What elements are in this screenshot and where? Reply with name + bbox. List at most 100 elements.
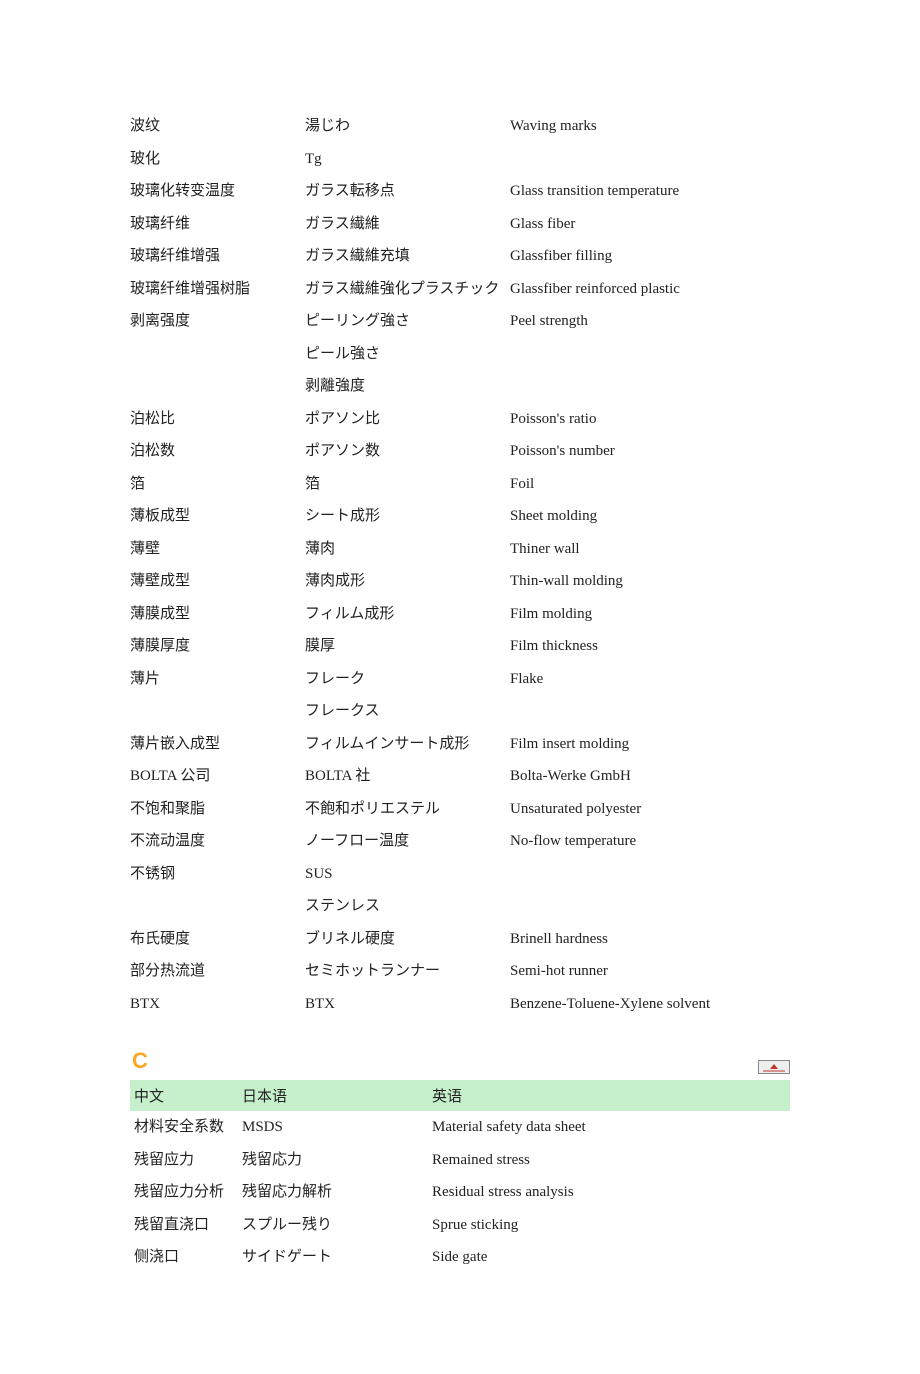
cell-cn: 部分热流道 [130, 955, 305, 988]
cell-jp: 残留応力解析 [238, 1176, 428, 1209]
table-row: 玻璃纤维ガラス繊維Glass fiber [130, 208, 790, 241]
section-c-header: C [130, 1048, 790, 1074]
cell-cn: 玻璃化转变温度 [130, 175, 305, 208]
cell-en: Residual stress analysis [428, 1176, 790, 1209]
cell-cn: 波纹 [130, 110, 305, 143]
table-row: 布氏硬度ブリネル硬度Brinell hardness [130, 923, 790, 956]
cell-jp: フィルム成形 [305, 598, 510, 631]
table-row: 不流动温度ノーフロー温度No-flow temperature [130, 825, 790, 858]
cell-en: Benzene-Toluene-Xylene solvent [510, 988, 790, 1021]
cell-jp: ガラス繊維充填 [305, 240, 510, 273]
cell-jp: SUS [305, 858, 510, 891]
cell-jp: 湯じわ [305, 110, 510, 143]
cell-cn: 剥离强度 [130, 305, 305, 338]
cell-jp: フレークス [305, 695, 510, 728]
cell-cn: 残留应力 [130, 1144, 238, 1177]
cell-jp: Tg [305, 143, 510, 176]
cell-jp: 薄肉成形 [305, 565, 510, 598]
cell-en [510, 143, 790, 176]
table-row: BOLTA 公司BOLTA 社Bolta-Werke GmbH [130, 760, 790, 793]
cell-cn: 薄片 [130, 663, 305, 696]
cell-jp: フレーク [305, 663, 510, 696]
cell-cn: BOLTA 公司 [130, 760, 305, 793]
table-row: 波纹湯じわWaving marks [130, 110, 790, 143]
table-row: 薄片フレークFlake [130, 663, 790, 696]
document-page: 波纹湯じわWaving marks玻化Tg玻璃化转变温度ガラス転移点Glass … [0, 0, 920, 1374]
cell-en: No-flow temperature [510, 825, 790, 858]
table-row: 残留直浇口スプルー残りSprue sticking [130, 1209, 790, 1242]
table-row: 箔箔Foil [130, 468, 790, 501]
cell-jp: 残留応力 [238, 1144, 428, 1177]
cell-en [510, 695, 790, 728]
cell-jp: ガラス繊維強化プラスチック [305, 273, 510, 306]
cell-cn: 玻璃纤维增强 [130, 240, 305, 273]
cell-cn: 残留应力分析 [130, 1176, 238, 1209]
cell-jp: サイドゲート [238, 1241, 428, 1274]
back-to-top-icon[interactable] [758, 1060, 790, 1074]
table-row: 玻化Tg [130, 143, 790, 176]
cell-cn: 侧浇口 [130, 1241, 238, 1274]
cell-cn: BTX [130, 988, 305, 1021]
cell-en: Film molding [510, 598, 790, 631]
cell-jp: ポアソン数 [305, 435, 510, 468]
cell-jp: 剥離強度 [305, 370, 510, 403]
cell-cn: 泊松数 [130, 435, 305, 468]
cell-jp: 不飽和ポリエステル [305, 793, 510, 826]
glossary-table-c: 中文 日本语 英语 材料安全系数MSDSMaterial safety data… [130, 1080, 790, 1274]
table-row: 薄板成型シート成形Sheet molding [130, 500, 790, 533]
cell-jp: BTX [305, 988, 510, 1021]
cell-en: Bolta-Werke GmbH [510, 760, 790, 793]
cell-jp: 薄肉 [305, 533, 510, 566]
cell-en: Waving marks [510, 110, 790, 143]
cell-jp: ピーリング強さ [305, 305, 510, 338]
table-row: 部分热流道セミホットランナーSemi-hot runner [130, 955, 790, 988]
cell-en: Peel strength [510, 305, 790, 338]
table-row: ステンレス [130, 890, 790, 923]
table-row: 薄壁成型薄肉成形Thin-wall molding [130, 565, 790, 598]
cell-cn: 薄片嵌入成型 [130, 728, 305, 761]
cell-cn: 残留直浇口 [130, 1209, 238, 1242]
cell-jp: スプルー残り [238, 1209, 428, 1242]
cell-en: Film insert molding [510, 728, 790, 761]
cell-en: Semi-hot runner [510, 955, 790, 988]
cell-jp: シート成形 [305, 500, 510, 533]
table-row: 残留应力分析残留応力解析Residual stress analysis [130, 1176, 790, 1209]
cell-en: Glass fiber [510, 208, 790, 241]
cell-en [510, 890, 790, 923]
table-row: フレークス [130, 695, 790, 728]
cell-en: Side gate [428, 1241, 790, 1274]
cell-cn: 泊松比 [130, 403, 305, 436]
cell-en: Poisson's ratio [510, 403, 790, 436]
table-row: 薄片嵌入成型フィルムインサート成形Film insert molding [130, 728, 790, 761]
cell-jp: フィルムインサート成形 [305, 728, 510, 761]
cell-en: Glassfiber filling [510, 240, 790, 273]
cell-cn: 薄膜成型 [130, 598, 305, 631]
cell-en: Glassfiber reinforced plastic [510, 273, 790, 306]
table-row: 残留应力残留応力Remained stress [130, 1144, 790, 1177]
cell-en: Thin-wall molding [510, 565, 790, 598]
cell-cn: 材料安全系数 [130, 1111, 238, 1144]
table-row: 薄壁薄肉Thiner wall [130, 533, 790, 566]
table-row: 薄膜厚度膜厚Film thickness [130, 630, 790, 663]
cell-en [510, 370, 790, 403]
cell-en: Foil [510, 468, 790, 501]
cell-cn: 不流动温度 [130, 825, 305, 858]
cell-en: Sprue sticking [428, 1209, 790, 1242]
cell-cn [130, 695, 305, 728]
table-row: 薄膜成型フィルム成形Film molding [130, 598, 790, 631]
cell-jp: 箔 [305, 468, 510, 501]
glossary-table-b: 波纹湯じわWaving marks玻化Tg玻璃化转变温度ガラス転移点Glass … [130, 110, 790, 1020]
cell-cn: 薄膜厚度 [130, 630, 305, 663]
table-row: 玻璃纤维增强树脂ガラス繊維強化プラスチックGlassfiber reinforc… [130, 273, 790, 306]
cell-en: Film thickness [510, 630, 790, 663]
table-row: BTXBTXBenzene-Toluene-Xylene solvent [130, 988, 790, 1021]
table-row: 剥离强度ピーリング強さPeel strength [130, 305, 790, 338]
cell-jp: MSDS [238, 1111, 428, 1144]
table-row: 不锈钢SUS [130, 858, 790, 891]
cell-en: Material safety data sheet [428, 1111, 790, 1144]
table-row: 玻璃纤维增强ガラス繊維充填Glassfiber filling [130, 240, 790, 273]
table-row: 玻璃化转变温度ガラス転移点Glass transition temperatur… [130, 175, 790, 208]
cell-en: Brinell hardness [510, 923, 790, 956]
table-row: 侧浇口サイドゲートSide gate [130, 1241, 790, 1274]
cell-cn: 薄壁成型 [130, 565, 305, 598]
